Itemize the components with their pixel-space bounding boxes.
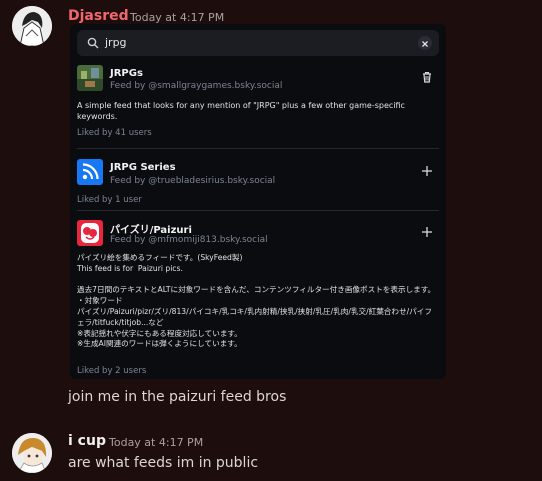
clear-search-button[interactable]: [418, 36, 432, 50]
feed-title[interactable]: JRPGs: [110, 68, 143, 79]
feed-title[interactable]: JRPG Series: [110, 162, 176, 173]
search-input[interactable]: jrpg: [105, 36, 127, 49]
plus-icon[interactable]: [420, 225, 434, 239]
feed-thumbnail: [77, 65, 103, 91]
timestamp: Today at 4:17 PM: [130, 11, 225, 24]
username[interactable]: Djasred: [68, 8, 129, 24]
feed-title[interactable]: パイズリ/Paizuri: [110, 221, 192, 236]
feed-item-jrpgs[interactable]: JRPGs Feed by @smallgraygames.bsky.socia…: [70, 60, 446, 148]
feeds-screenshot[interactable]: jrpg JRPGs Feed by @smallgraygames.bsky.…: [70, 24, 446, 379]
feed-likes[interactable]: Liked by 1 user: [77, 195, 142, 205]
plus-icon[interactable]: [420, 164, 434, 178]
feed-author[interactable]: Feed by @smallgraygames.bsky.social: [110, 81, 282, 91]
feed-thumbnail: [77, 159, 103, 185]
username[interactable]: i cup: [68, 433, 106, 449]
message-text: are what feeds im in public: [68, 455, 259, 471]
feed-item-jrpg-series[interactable]: JRPG Series Feed by @truebladesirius.bsk…: [70, 149, 446, 209]
feed-description: パイズリ絵を集めるフィードです。(SkyFeed製) This feed is …: [77, 253, 436, 349]
feed-item-paizuri[interactable]: パイズリ/Paizuri Feed by @mfmomiji813.bsky.s…: [70, 211, 446, 379]
message-text: join me in the paizuri feed bros: [68, 389, 287, 405]
timestamp: Today at 4:17 PM: [109, 436, 204, 449]
feed-author[interactable]: Feed by @mfmomiji813.bsky.social: [110, 235, 268, 245]
feed-likes[interactable]: Liked by 2 users: [77, 366, 146, 376]
feed-author[interactable]: Feed by @truebladesirius.bsky.social: [110, 176, 275, 186]
feed-thumbnail: [77, 220, 103, 246]
trash-icon[interactable]: [420, 70, 434, 84]
avatar[interactable]: [12, 6, 52, 46]
avatar[interactable]: [12, 433, 52, 473]
feed-likes[interactable]: Liked by 41 users: [77, 128, 152, 138]
search-bar[interactable]: jrpg: [77, 30, 439, 56]
search-icon: [87, 37, 99, 49]
close-icon: [422, 41, 428, 47]
feed-description: A simple feed that looks for any mention…: [77, 101, 408, 121]
